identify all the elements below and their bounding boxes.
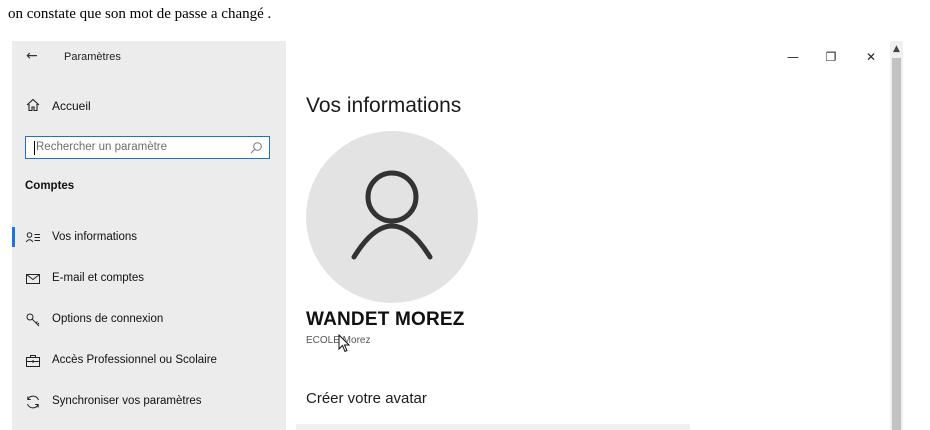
vertical-scrollbar[interactable]: ▲ (890, 41, 903, 430)
selection-indicator (12, 227, 15, 247)
minimize-button[interactable]: — (783, 49, 803, 65)
close-button[interactable]: ✕ (861, 49, 881, 65)
sync-icon (27, 395, 39, 409)
titlebar-left: ← Paramètres (12, 41, 286, 73)
settings-window: ← Paramètres Accueil Rechercher un param… (12, 41, 903, 430)
sidebar-item-vos-informations[interactable]: Vos informations (12, 225, 286, 251)
mail-icon (26, 274, 40, 284)
main-content: — ❐ ✕ Vos informations WANDET MOREZ ECOL… (286, 41, 903, 430)
sidebar-item-label: Options de connexion (52, 313, 164, 325)
sidebar-item-label: Accès Professionnel ou Scolaire (52, 354, 217, 366)
restore-button[interactable]: ❐ (821, 49, 841, 65)
search-icon[interactable] (249, 141, 263, 155)
home-label: Accueil (52, 99, 91, 113)
sidebar-item-label: Vos informations (52, 231, 138, 243)
sidebar-item-label: Synchroniser vos paramètres (52, 395, 202, 407)
sidebar-item-synchroniser[interactable]: Synchroniser vos paramètres (12, 389, 286, 415)
search-input[interactable]: Rechercher un paramètre (25, 136, 270, 159)
home-icon (26, 98, 40, 112)
scroll-thumb[interactable] (892, 58, 901, 430)
sidebar-item-label: E-mail et comptes (52, 272, 145, 284)
person-list-icon (25, 232, 40, 243)
avatar-section-heading: Créer votre avatar (306, 390, 427, 407)
sidebar-item-acces-pro[interactable]: Accès Professionnel ou Scolaire (12, 348, 286, 374)
app-title: Paramètres (64, 51, 121, 63)
caption-text: on constate que son mot de passe a chang… (8, 6, 272, 22)
avatar-card[interactable] (296, 424, 690, 430)
briefcase-icon (26, 355, 40, 367)
mouse-cursor-icon (338, 334, 351, 353)
back-arrow-icon[interactable]: ← (26, 48, 42, 64)
home-nav-item[interactable]: Accueil (12, 97, 286, 119)
sidebar-item-email-comptes[interactable]: E-mail et comptes (12, 266, 286, 292)
text-caret (34, 141, 35, 155)
search-placeholder: Rechercher un paramètre (36, 141, 168, 153)
avatar (306, 131, 478, 303)
user-display-name: WANDET MOREZ (306, 309, 465, 330)
user-silhouette-icon (351, 170, 433, 260)
scroll-up-arrow-icon[interactable]: ▲ (890, 41, 903, 57)
page-title: Vos informations (306, 94, 462, 117)
section-title: Comptes (25, 180, 75, 192)
sidebar-item-options-connexion[interactable]: Options de connexion (12, 307, 286, 333)
key-icon (26, 313, 40, 327)
sidebar: ← Paramètres Accueil Rechercher un param… (12, 41, 286, 430)
